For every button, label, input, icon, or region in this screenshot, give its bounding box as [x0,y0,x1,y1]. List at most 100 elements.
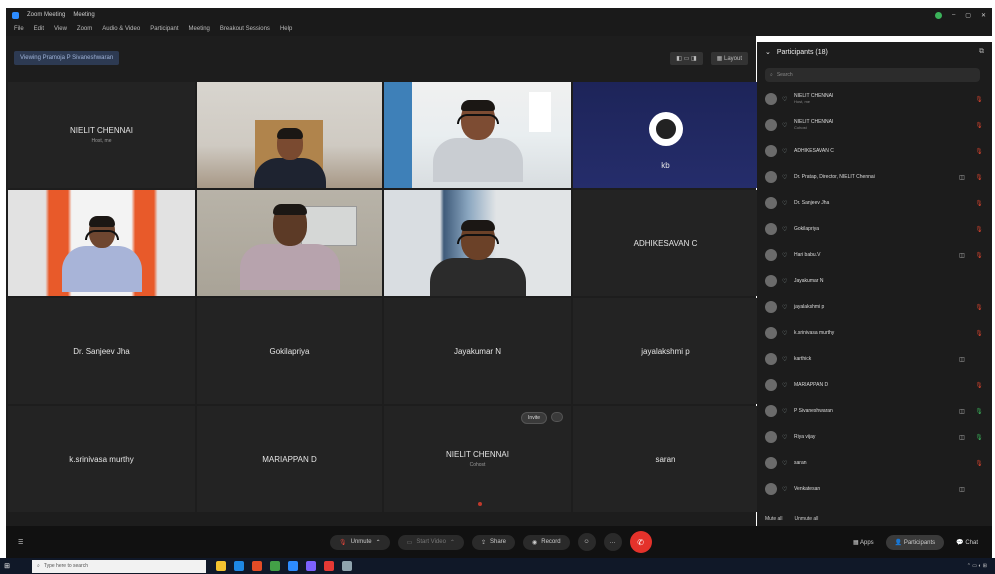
participant-row[interactable]: ♡ Jayakumar N [765,268,984,294]
participant-tile[interactable]: MARIAPPAN D [197,406,382,512]
participant-row[interactable]: ♡ NIELIT CHENNAI Host, me 🎙 [765,86,984,112]
app-icon[interactable] [270,561,280,571]
chrome-icon[interactable] [252,561,262,571]
participant-row[interactable]: ♡ MARIAPPAN D 🎙 [765,372,984,398]
participant-row[interactable]: ♡ jayalakshmi p 🎙 [765,294,984,320]
avatar [765,171,777,183]
menu-item[interactable]: Participant [150,26,178,32]
layout-button[interactable]: ▦ Layout [710,51,748,65]
participant-row[interactable]: ♡ ADHIKESAVAN C 🎙 [765,138,984,164]
participant-row[interactable]: ♡ Venkatesan ◫ [765,476,984,502]
participant-video-tile[interactable] [8,190,195,296]
share-button[interactable]: ⇪ Share [471,534,515,550]
participants-button[interactable]: 👤 Participants [885,534,945,550]
participant-tile[interactable]: ADHIKESAVAN C [573,190,758,296]
participant-name: karthick [794,356,812,362]
participant-row[interactable]: ♡ P Sivaneshwaran ◫ 🎙 [765,398,984,424]
participant-video-tile[interactable] [197,82,382,188]
unmute-label: Unmute [350,539,372,545]
mic-muted-icon: 🎙 [975,122,983,129]
chat-button[interactable]: 💬 Chat [956,539,978,546]
avatar [765,379,777,391]
apps-label: Apps [859,539,874,546]
participant-name: Venkatesan [794,486,821,492]
apps-button[interactable]: ▦ Apps [853,539,874,546]
windows-start-icon[interactable]: ⊞ [0,558,14,574]
reactions-icon[interactable]: ☺ [577,533,596,551]
taskbar-search[interactable]: ⌕ Type here to search [32,559,206,573]
participant-name-block: Gokilapriya [794,226,950,232]
close-icon[interactable]: ✕ [981,12,986,19]
gallery-grid: NIELIT CHENNAI Host, me kb ADHIKESAVAN C… [6,82,758,512]
record-button[interactable]: ◉ Record [523,534,570,550]
participant-row[interactable]: ♡ karthick ◫ [765,346,984,372]
participant-row[interactable]: ♡ k.srinivasa murthy 🎙 [765,320,984,346]
user-avatar[interactable] [934,11,942,19]
participant-row[interactable]: ♡ Hari babu.V ◫ 🎙 [765,242,984,268]
meeting-info-icon[interactable]: ☰ [18,539,23,546]
participant-video-tile-active[interactable] [197,190,382,296]
start-video-button[interactable]: ▭ Start Video ⌃ [397,534,464,550]
participant-tile-obs[interactable]: kb [573,82,758,188]
minimize-icon[interactable]: – [952,12,955,18]
menu-item[interactable]: File [14,26,24,32]
menu-item[interactable]: Zoom [77,26,92,32]
participant-name: k.srinivasa murthy [794,330,835,336]
popout-icon[interactable]: ⧉ [979,48,984,56]
edge-icon[interactable] [234,561,244,571]
app-icon[interactable] [342,561,352,571]
leave-meeting-button[interactable]: ✆ [629,531,652,553]
more-icon[interactable]: … [603,533,622,551]
video-feed [197,82,382,188]
participant-tile[interactable]: Dr. Sanjeev Jha [8,298,195,404]
participant-tile[interactable]: Gokilapriya [197,298,382,404]
mic-muted-icon: 🎙 [975,200,983,207]
maximize-icon[interactable]: ▢ [965,12,971,19]
participant-tile[interactable]: saran [573,406,758,512]
participant-name-block: Hari babu.V [794,252,950,258]
participant-row[interactable]: ♡ Dr. Sanjeev Jha 🎙 [765,190,984,216]
participant-row[interactable]: ♡ Riya vijay ◫ 🎙 [765,424,984,450]
more-options-icon[interactable] [551,412,563,422]
shield-icon: ♡ [782,486,788,493]
participant-video-tile[interactable] [384,190,571,296]
menu-item[interactable]: Edit [34,26,44,32]
shield-icon: ♡ [782,460,788,467]
unmute-button[interactable]: 🎙 Unmute ⌃ [330,534,390,550]
participant-figure [61,216,142,292]
menu-item[interactable]: View [54,26,67,32]
app-icon[interactable] [306,561,316,571]
participant-name-block: Dr. Pratap, Director, NIELIT Chennai [794,174,950,180]
menu-item[interactable]: Audio & Video [102,26,140,32]
search-icon: ⌕ [37,563,40,569]
participant-row[interactable]: ♡ NIELIT CHENNAI Cohost 🎙 [765,112,984,138]
mic-muted-icon: 🎙 [975,174,983,181]
menu-item[interactable]: Meeting [189,26,210,32]
system-tray[interactable]: ⌃ ▭ ◐ ⊞ [967,563,995,569]
menu-item[interactable]: Breakout Sessions [220,26,270,32]
gallery-pager[interactable]: ◧ ▭ ◨ [670,51,703,65]
mute-all-button[interactable]: Mute all [765,516,783,522]
unmute-all-button[interactable]: Unmute all [795,516,819,522]
recording-dot-icon [477,502,482,506]
file-explorer-icon[interactable] [216,561,226,571]
participant-video-tile-active-speaker[interactable] [384,82,571,188]
participant-tile[interactable]: k.srinivasa murthy [8,406,195,512]
app-icon[interactable] [324,561,334,571]
zoom-taskbar-icon[interactable] [288,561,298,571]
avatar [765,301,777,313]
participant-tile[interactable]: Jayakumar N [384,298,571,404]
participant-search[interactable]: ⌕ Search [765,68,980,82]
shield-icon: ♡ [782,434,788,441]
menu-item[interactable]: Help [280,26,292,32]
invite-button[interactable]: Invite [521,412,547,424]
chevron-down-icon[interactable]: ⌄ [765,48,771,56]
participant-row[interactable]: ♡ saran 🎙 [765,450,984,476]
participant-tile[interactable]: jayalakshmi p [573,298,758,404]
participant-row[interactable]: ♡ Dr. Pratap, Director, NIELIT Chennai ◫ 🎙 [765,164,984,190]
participant-tile[interactable]: NIELIT CHENNAI Host, me [8,82,195,188]
tile-name: Gokilapriya [269,346,310,356]
shield-icon: ♡ [782,148,788,155]
participant-tile[interactable]: Invite NIELIT CHENNAI Cohost [384,406,571,512]
participant-row[interactable]: ♡ Gokilapriya 🎙 [765,216,984,242]
